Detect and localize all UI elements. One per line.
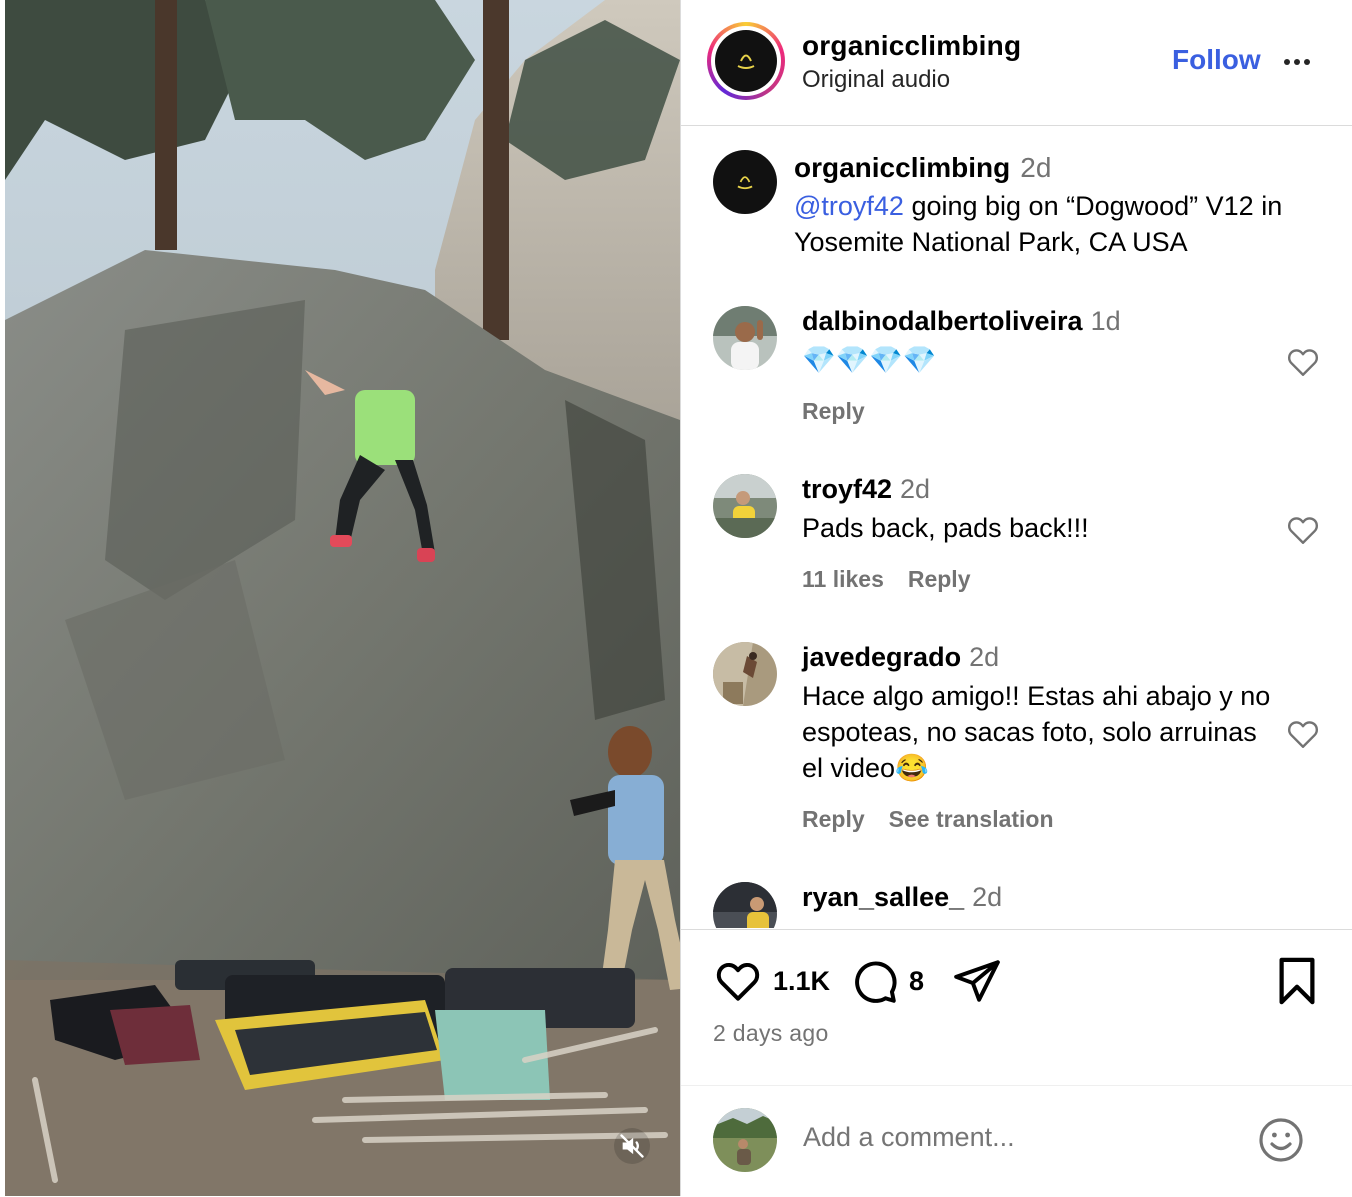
comment-time: 1d [1090, 306, 1121, 336]
comment-username[interactable]: ryan_sallee_ [802, 882, 964, 912]
heart-icon[interactable] [713, 956, 763, 1006]
caption-text: @troyf42 going big on “Dogwood” V12 in Y… [794, 188, 1314, 260]
heart-icon[interactable] [1285, 344, 1321, 380]
post-panel: organicclimbing Original audio Follow or… [680, 0, 1352, 1196]
comments-count[interactable]: 8 [909, 966, 924, 997]
caption-avatar[interactable] [713, 150, 777, 214]
comment-text: Pads back, pads back!!! [802, 513, 1089, 543]
comment-avatar[interactable] [713, 642, 777, 706]
comment-actions: Reply [802, 398, 889, 425]
post-timestamp[interactable]: 2 days ago [713, 1020, 829, 1047]
share-icon[interactable] [951, 956, 1003, 1006]
comment-time: 2d [969, 642, 1000, 672]
follow-button[interactable]: Follow [1172, 44, 1261, 76]
comment-avatar[interactable] [713, 474, 777, 538]
comment-username-row: ryan_sallee_ 2d [802, 882, 1002, 913]
comment-text: 💎💎💎💎 [802, 345, 937, 375]
avatar-photo [713, 474, 777, 538]
comment-time: 2d [900, 474, 931, 504]
avatar-photo [713, 642, 777, 706]
add-comment-row [681, 1085, 1352, 1197]
post-header: organicclimbing Original audio Follow [681, 0, 1352, 126]
comment-username[interactable]: javedegrado [802, 642, 961, 672]
comment-username[interactable]: troyf42 [802, 474, 892, 504]
comment-actions: 11 likes Reply [802, 566, 995, 593]
organic-logo-icon [737, 176, 753, 190]
comment-actions: Reply See translation [802, 806, 1078, 833]
comment-username-row: troyf42 2d [802, 474, 930, 505]
comment-avatar[interactable] [713, 882, 777, 928]
comments-scroll-area[interactable]: organicclimbing 2d @troyf42 going big on … [681, 126, 1352, 928]
caption-username[interactable]: organicclimbing [794, 152, 1010, 183]
avatar-photo [713, 1108, 777, 1172]
climbing-video-frame [5, 0, 680, 1196]
comment-time: 2d [972, 882, 1003, 912]
comment-username[interactable]: dalbinodalbertoliveira [802, 306, 1083, 336]
more-icon[interactable] [1279, 44, 1315, 80]
story-ring-avatar[interactable] [707, 22, 785, 100]
add-comment-input[interactable] [803, 1122, 1223, 1153]
reply-button[interactable]: Reply [908, 566, 971, 592]
bookmark-icon[interactable] [1275, 956, 1319, 1006]
muted-speaker-icon [620, 1134, 644, 1158]
reply-button[interactable]: Reply [802, 806, 865, 832]
comment-text: Hace algo amigo!! Estas ahi abajo y no e… [802, 681, 1271, 783]
emoji-icon[interactable] [1257, 1116, 1305, 1164]
see-translation-button[interactable]: See translation [889, 806, 1054, 832]
caption-time: 2d [1020, 152, 1052, 183]
organic-logo-icon [737, 54, 755, 69]
comment-icon[interactable] [849, 956, 899, 1006]
comment-likes[interactable]: 11 likes [802, 566, 884, 592]
post-video[interactable] [5, 0, 680, 1196]
heart-icon[interactable] [1285, 716, 1321, 752]
post-actions: 1.1K 8 2 days ago [681, 929, 1352, 1085]
avatar-photo [713, 306, 777, 370]
avatar [715, 30, 777, 92]
comment-avatar[interactable] [713, 306, 777, 370]
heart-icon[interactable] [1285, 512, 1321, 548]
comment-username-row: javedegrado 2d [802, 642, 999, 673]
comment-username-row: dalbinodalbertoliveira 1d [802, 306, 1121, 337]
header-username[interactable]: organicclimbing [802, 30, 1021, 62]
reply-button[interactable]: Reply [802, 398, 865, 424]
caption-mention[interactable]: @troyf42 [794, 191, 904, 221]
caption-username-row: organicclimbing 2d [794, 152, 1051, 184]
likes-count[interactable]: 1.1K [773, 966, 830, 997]
original-audio-link[interactable]: Original audio [802, 66, 950, 94]
mute-button[interactable] [614, 1128, 650, 1164]
avatar-photo [713, 882, 777, 928]
current-user-avatar [713, 1108, 777, 1172]
